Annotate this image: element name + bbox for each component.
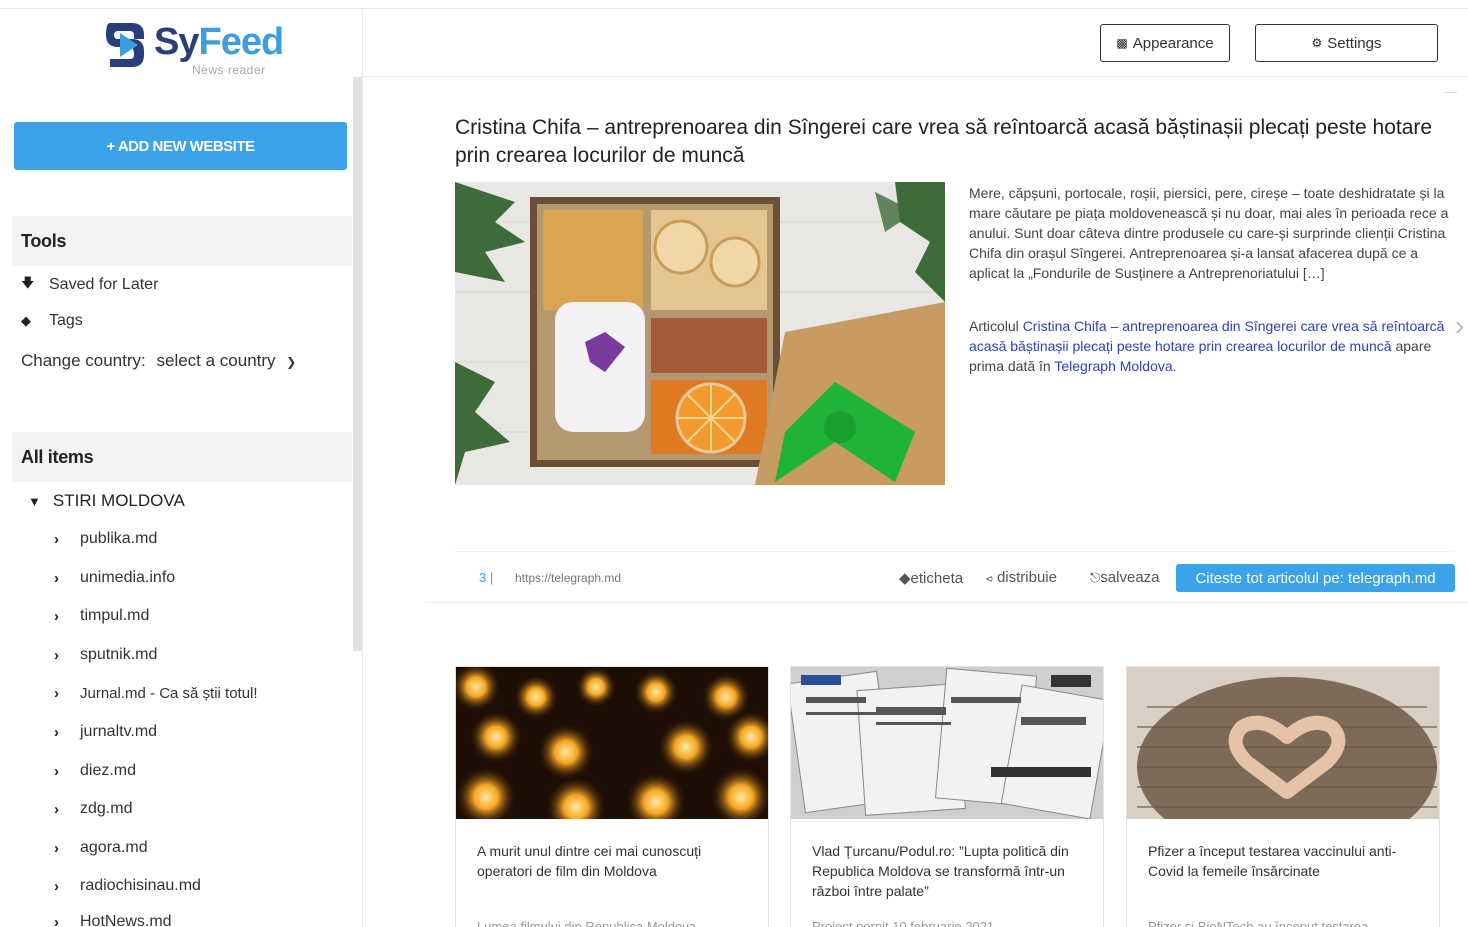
divider bbox=[1443, 92, 1457, 93]
chevron-right-icon: › bbox=[54, 685, 59, 702]
card-title[interactable]: A murit unul dintre cei mai cunoscuți op… bbox=[477, 841, 752, 881]
article-attribution: Articolul Cristina Chifa – antreprenoare… bbox=[969, 318, 1445, 374]
source-item[interactable]: › publika.md bbox=[54, 530, 157, 548]
top-border bbox=[0, 0, 1468, 9]
card-image bbox=[791, 667, 1103, 819]
article-title[interactable]: Cristina Chifa – antreprenoarea din Sîng… bbox=[455, 114, 1435, 170]
source-item[interactable]: › Jurnal.md - Ca să știi totul! bbox=[54, 685, 258, 702]
change-country: Change country: select a country ❯ bbox=[21, 351, 297, 370]
source-item[interactable]: › HotNews.md bbox=[54, 913, 172, 927]
settings-button[interactable]: ⚙ Settings bbox=[1255, 24, 1438, 62]
tag-icon: ◆ bbox=[899, 570, 911, 587]
article-image[interactable] bbox=[455, 182, 945, 485]
read-full-article-button[interactable]: Citeste tot articolul pe: telegraph.md bbox=[1176, 564, 1455, 592]
chevron-down-icon[interactable]: ❯ bbox=[286, 355, 296, 369]
card-snippet: Lumea filmului din Republica Moldova bbox=[477, 919, 696, 927]
tag-action[interactable]: ◆eticheta bbox=[899, 569, 963, 587]
chevron-right-icon: › bbox=[54, 607, 59, 625]
divider bbox=[425, 602, 1468, 603]
card-image bbox=[1127, 667, 1439, 819]
chevron-right-icon: › bbox=[54, 877, 59, 895]
source-url[interactable]: https://telegraph.md bbox=[515, 571, 621, 585]
download-icon: 🡇 bbox=[21, 275, 35, 290]
article-actions-bar: 3 | https://telegraph.md ◆eticheta ⪦ dis… bbox=[455, 551, 1455, 603]
all-items-header: All items bbox=[12, 432, 352, 482]
syfeed-logo-icon bbox=[106, 23, 144, 67]
news-card[interactable]: Pfizer a început testarea vaccinului ant… bbox=[1126, 666, 1440, 927]
site-link[interactable]: Telegraph Moldova bbox=[1054, 358, 1172, 374]
app-subtitle: News reader bbox=[192, 63, 266, 77]
chevron-right-icon: › bbox=[54, 723, 59, 741]
country-select[interactable]: select a country bbox=[156, 351, 275, 370]
pregnant-hands-heart-image bbox=[1127, 667, 1439, 819]
article-count: 3 | bbox=[479, 570, 494, 585]
source-item[interactable]: › sputnik.md bbox=[54, 646, 157, 664]
gear-icon: ⚙ bbox=[1311, 36, 1323, 50]
add-new-website-button[interactable]: + ADD NEW WEBSITE bbox=[14, 122, 347, 170]
chevron-right-icon: › bbox=[54, 530, 59, 548]
source-item[interactable]: › agora.md bbox=[54, 839, 148, 857]
triangle-down-icon: ▼ bbox=[28, 493, 41, 509]
share-action[interactable]: ⪦ distribuie bbox=[986, 569, 1057, 586]
sidebar-scrollbar[interactable] bbox=[353, 77, 362, 651]
chevron-right-icon: › bbox=[54, 646, 59, 664]
top-header: ▩ Appearance ⚙ Settings bbox=[363, 9, 1468, 77]
card-snippet: Proiect pornit 10 februarie 2021 bbox=[812, 919, 995, 927]
tag-icon: ◆ bbox=[21, 313, 31, 328]
source-item[interactable]: › radiochisinau.md bbox=[54, 877, 201, 895]
source-item[interactable]: › diez.md bbox=[54, 762, 136, 780]
saved-for-later-link[interactable]: 🡇 Saved for Later bbox=[21, 274, 158, 296]
tags-link[interactable]: ◆ Tags bbox=[21, 312, 83, 330]
article-link[interactable]: Cristina Chifa – antreprenoarea din Sîng… bbox=[969, 318, 1444, 354]
source-item[interactable]: › timpul.md bbox=[54, 607, 149, 625]
source-item[interactable]: › zdg.md bbox=[54, 800, 132, 818]
chevron-right-icon: › bbox=[54, 569, 59, 587]
group-stiri-moldova[interactable]: ▼ STIRI MOLDOVA bbox=[28, 491, 185, 511]
card-title[interactable]: Vlad Țurcanu/Podul.ro: ”Lupta politică d… bbox=[812, 841, 1087, 901]
card-title[interactable]: Pfizer a început testarea vaccinului ant… bbox=[1148, 841, 1423, 881]
chevron-right-icon: › bbox=[54, 839, 59, 857]
share-icon: ⪦ bbox=[986, 571, 993, 585]
app-name: SyFeed bbox=[154, 21, 284, 63]
chevron-right-icon: › bbox=[54, 913, 59, 927]
app-logo[interactable]: SyFeed News reader bbox=[104, 17, 304, 77]
sidebar: SyFeed News reader + ADD NEW WEBSITE Too… bbox=[12, 9, 363, 927]
layout-grid-icon: ▩ bbox=[1116, 36, 1128, 50]
appearance-button[interactable]: ▩ Appearance bbox=[1100, 24, 1230, 62]
source-item[interactable]: › unimedia.info bbox=[54, 569, 175, 587]
tools-header: Tools bbox=[12, 216, 352, 266]
candles-image bbox=[456, 667, 768, 819]
chevron-right-icon: › bbox=[54, 762, 59, 780]
newspapers-image bbox=[791, 667, 1103, 819]
source-item[interactable]: › jurnaltv.md bbox=[54, 723, 157, 741]
article-excerpt: Mere, căpșuni, portocale, roșii, piersic… bbox=[969, 185, 1449, 281]
news-card[interactable]: A murit unul dintre cei mai cunoscuți op… bbox=[455, 666, 769, 927]
save-action[interactable]: ⎋salveaza bbox=[1090, 569, 1160, 586]
card-snippet: Pfizer și BioNTech au început testarea bbox=[1148, 919, 1369, 927]
pin-icon: ⎋ bbox=[1090, 570, 1101, 585]
chevron-right-icon: › bbox=[54, 800, 59, 818]
news-card[interactable]: Vlad Țurcanu/Podul.ro: ”Lupta politică d… bbox=[790, 666, 1104, 927]
card-image bbox=[456, 667, 768, 819]
dried-fruit-box-image bbox=[455, 182, 945, 485]
next-arrow-icon[interactable]: › bbox=[1455, 310, 1464, 342]
